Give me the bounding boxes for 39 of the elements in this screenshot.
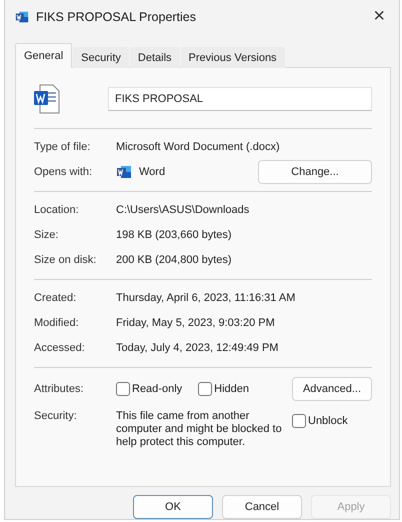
field-label: Type of file: bbox=[34, 141, 92, 154]
field-value: C:\Users\ASUS\Downloads bbox=[116, 204, 250, 216]
field-value: Friday, May 5, 2023, 9:03:20 PM bbox=[116, 317, 275, 330]
change-button[interactable]: Change... bbox=[258, 160, 372, 184]
attribute-checkbox[interactable]: Hidden bbox=[198, 382, 249, 396]
dialog-button[interactable]: Cancel bbox=[222, 495, 302, 519]
field-label: Size on disk: bbox=[34, 254, 98, 266]
document-icon bbox=[34, 84, 60, 114]
checkbox[interactable] bbox=[292, 414, 306, 428]
field-value: Word bbox=[139, 166, 166, 178]
field-label: Location: bbox=[34, 204, 80, 216]
tab[interactable]: General bbox=[15, 42, 72, 68]
checkbox[interactable] bbox=[198, 382, 212, 396]
tab[interactable]: Previous Versions bbox=[180, 46, 285, 68]
field-label: Size: bbox=[34, 229, 60, 242]
field-value: 198 KB (203,660 bytes) bbox=[116, 229, 232, 242]
field-label: Modified: bbox=[34, 317, 80, 330]
file-name-field[interactable]: FIKS PROPOSAL bbox=[108, 86, 372, 111]
attribute-checkbox[interactable]: Read-only bbox=[116, 382, 182, 396]
security-message: This file came from another computer and might be blocked to help protect this computer. bbox=[116, 410, 283, 449]
unblock-checkbox[interactable]: Unblock bbox=[292, 414, 348, 428]
checkbox[interactable] bbox=[116, 382, 130, 396]
field-value: 200 KB (204,800 bytes) bbox=[116, 254, 232, 266]
window-title: FIKS PROPOSAL Properties bbox=[36, 10, 198, 24]
tab[interactable]: Security bbox=[73, 46, 129, 68]
tab[interactable]: Details bbox=[130, 46, 180, 68]
dialog-button[interactable]: OK bbox=[133, 495, 213, 519]
field-label: Attributes: bbox=[34, 382, 85, 395]
field-label: Opens with: bbox=[34, 166, 94, 178]
field-label: Security: bbox=[34, 410, 78, 422]
word-icon bbox=[15, 10, 29, 24]
field-label: Created: bbox=[34, 292, 78, 304]
close-button[interactable]: × bbox=[369, 5, 389, 28]
field-value: Thursday, April 6, 2023, 11:16:31 AM bbox=[116, 292, 296, 304]
advanced-button[interactable]: Advanced... bbox=[292, 376, 372, 401]
word-app-icon bbox=[116, 164, 132, 180]
field-value: Today, July 4, 2023, 12:49:49 PM bbox=[116, 342, 278, 354]
field-label: Accessed: bbox=[34, 342, 86, 354]
field-value: Microsoft Word Document (.docx) bbox=[116, 141, 280, 154]
